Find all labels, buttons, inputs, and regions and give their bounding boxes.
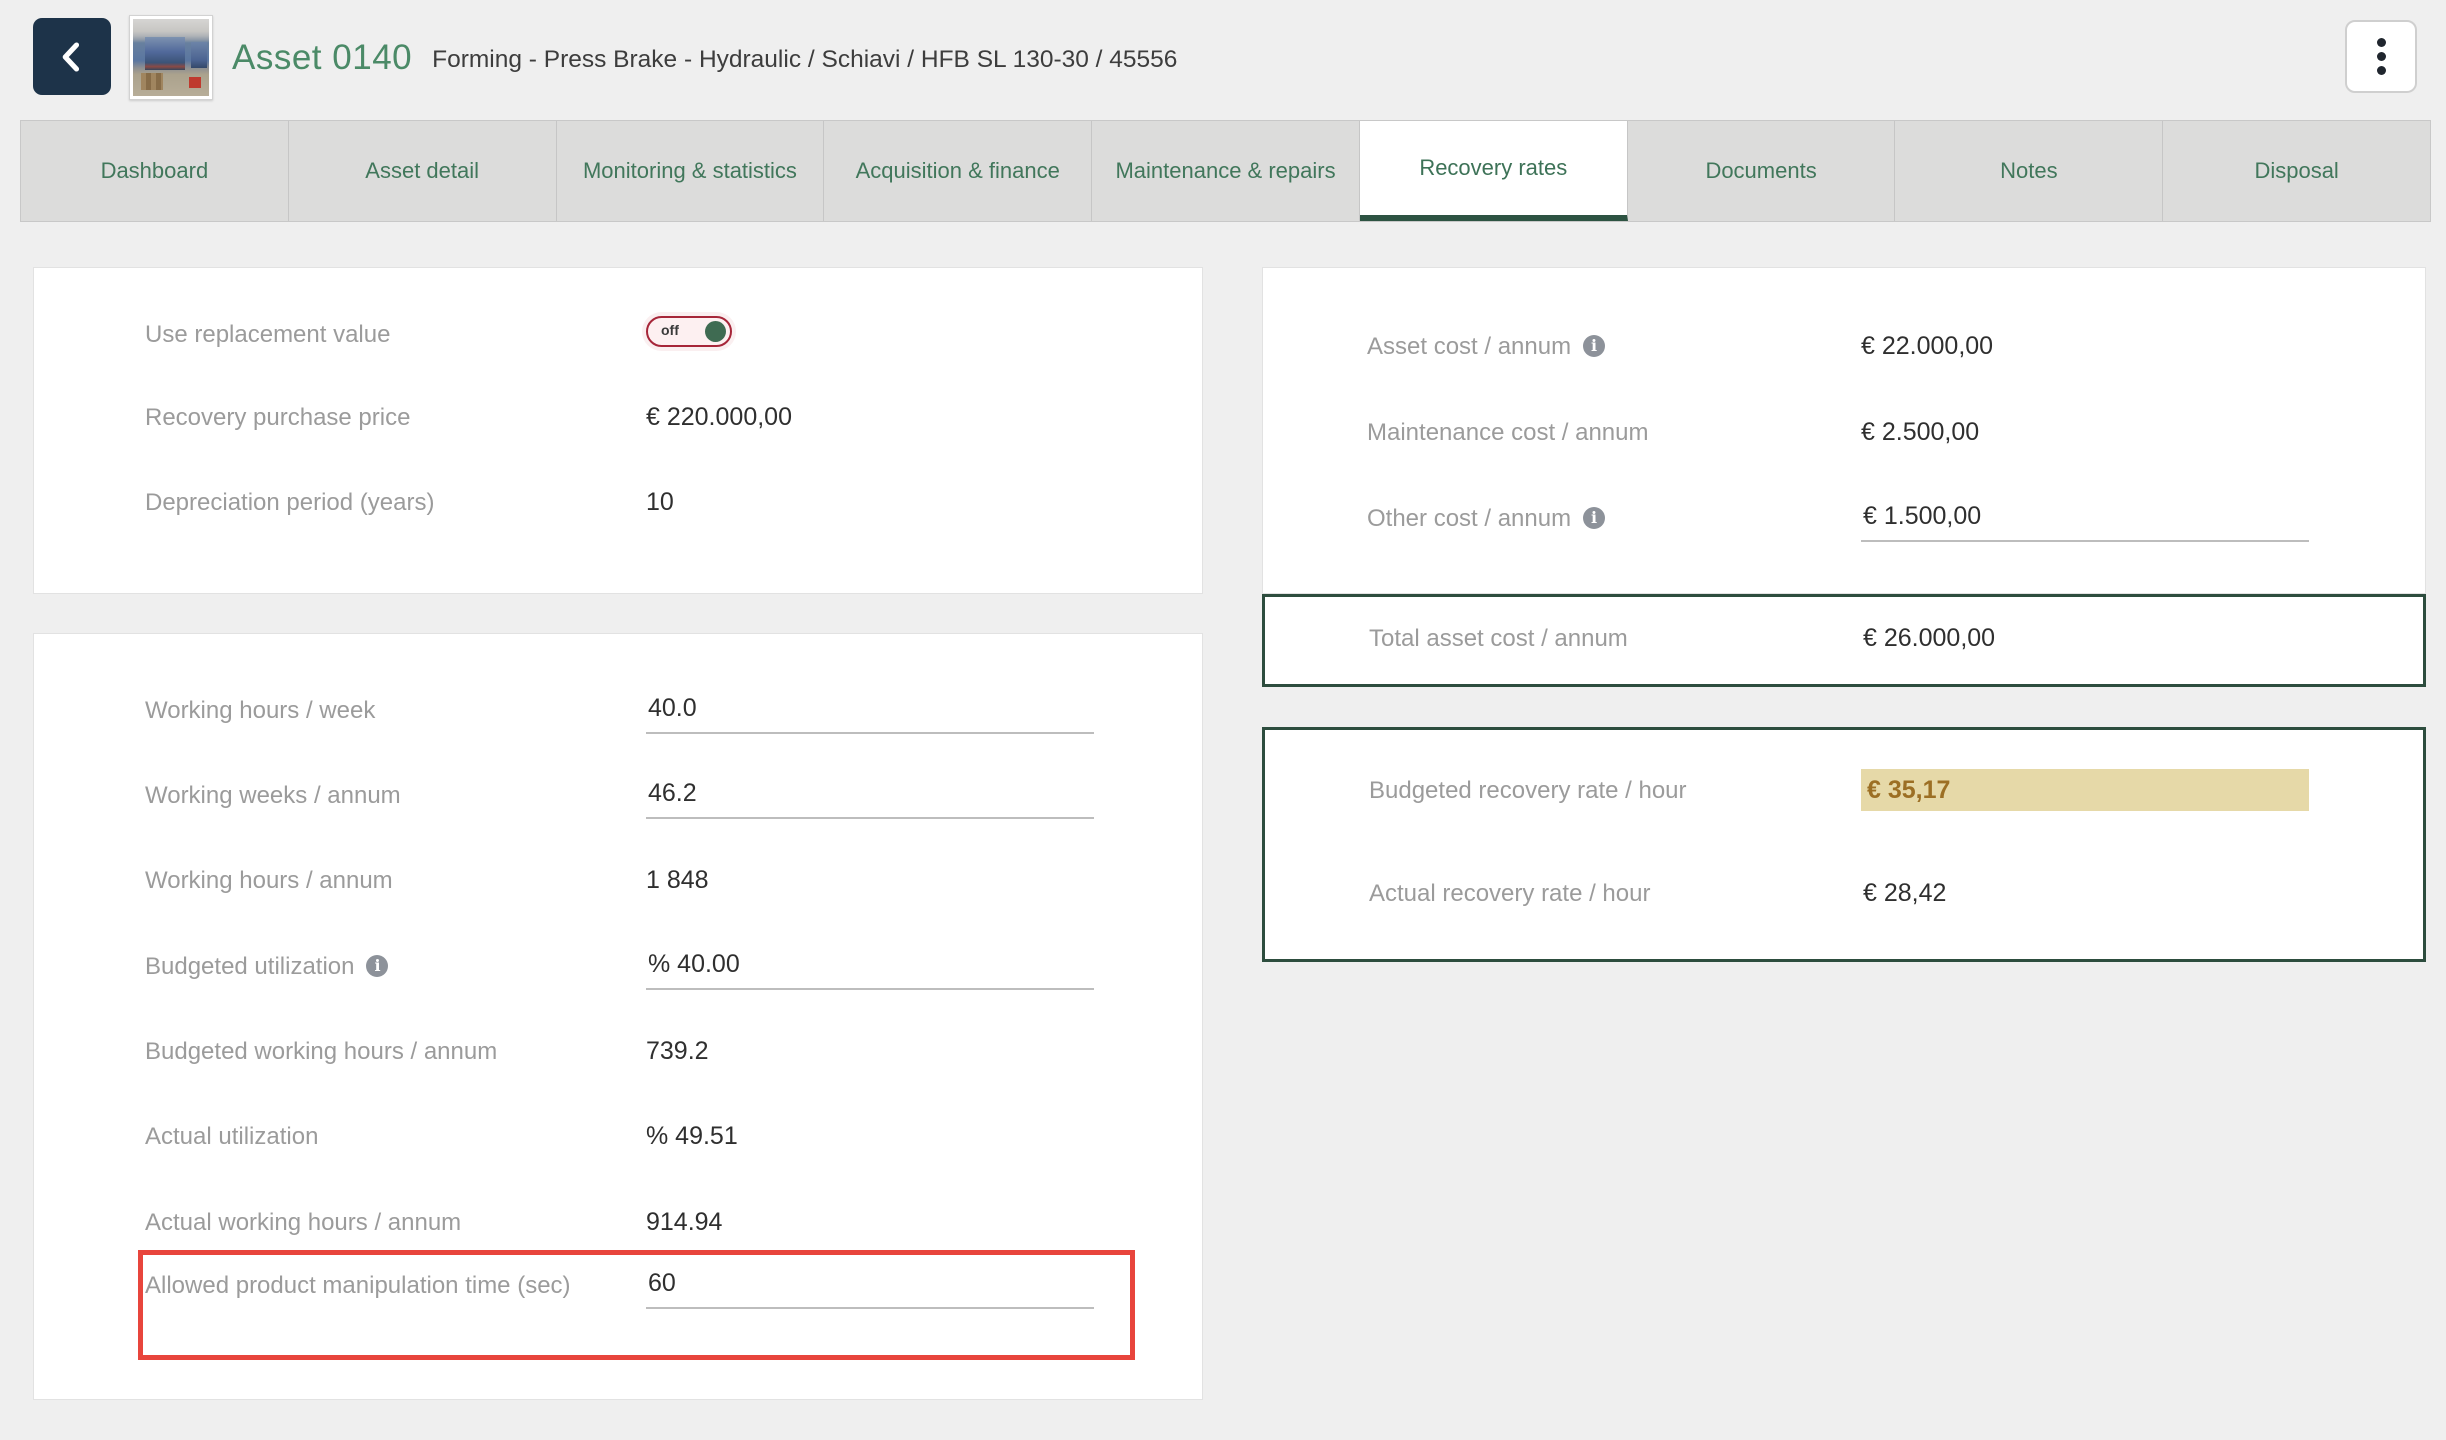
tab-monitoring-statistics[interactable]: Monitoring & statistics [557, 121, 825, 221]
kebab-menu-icon [2377, 38, 2386, 75]
tab-label: Documents [1705, 158, 1816, 184]
tab-label: Recovery rates [1419, 155, 1567, 181]
tab-label: Acquisition & finance [856, 158, 1060, 184]
photo-machine-shape [145, 37, 185, 69]
depreciation-period-value: 10 [646, 487, 674, 518]
header-title-block: Asset 0140 Forming - Press Brake - Hydra… [232, 0, 1177, 116]
working-hours-week-input[interactable] [646, 694, 1094, 734]
working-hours-week-label: Working hours / week [145, 692, 375, 729]
maintenance-cost-label: Maintenance cost / annum [1367, 414, 1649, 451]
budgeted-utilization-label: Budgeted utilization i [145, 948, 388, 985]
asset-cost-label-text: Asset cost / annum [1367, 333, 1571, 360]
budgeted-utilization-label-text: Budgeted utilization [145, 953, 354, 980]
page-title: Asset 0140 [232, 38, 412, 78]
actual-recovery-rate-value: € 28,42 [1863, 878, 1946, 909]
asset-cost-value: € 22.000,00 [1861, 331, 1993, 362]
total-asset-cost-value: € 26.000,00 [1863, 623, 1995, 654]
working-hours-annum-value: 1 848 [646, 865, 709, 896]
info-icon[interactable]: i [1583, 507, 1605, 529]
cost-panel: Asset cost / annum i € 22.000,00 Maintena… [1262, 267, 2426, 594]
tab-recovery-rates[interactable]: Recovery rates [1360, 121, 1628, 221]
asset-cost-label: Asset cost / annum i [1367, 328, 1605, 365]
budgeted-recovery-rate-label: Budgeted recovery rate / hour [1369, 772, 1687, 809]
replacement-value-panel: Use replacement value off Recovery purch… [33, 267, 1203, 594]
tab-acquisition-finance[interactable]: Acquisition & finance [824, 121, 1092, 221]
allowed-manipulation-time-label: Allowed product manipulation time (sec) [145, 1267, 571, 1304]
tab-dashboard[interactable]: Dashboard [21, 121, 289, 221]
recovery-rates-box: Budgeted recovery rate / hour € 35,17 Ac… [1262, 727, 2426, 962]
maintenance-cost-value: € 2.500,00 [1861, 417, 1979, 448]
toggle-state-label: off [661, 322, 679, 338]
actual-recovery-rate-label: Actual recovery rate / hour [1369, 875, 1650, 912]
info-icon[interactable]: i [366, 955, 388, 977]
budgeted-recovery-rate-value: € 35,17 [1861, 769, 2309, 811]
actual-utilization-label: Actual utilization [145, 1118, 318, 1155]
budgeted-working-hours-value: 739.2 [646, 1036, 709, 1067]
tab-disposal[interactable]: Disposal [2163, 121, 2430, 221]
tab-documents[interactable]: Documents [1628, 121, 1896, 221]
asset-recovery-rates-page: Asset 0140 Forming - Press Brake - Hydra… [0, 0, 2446, 1440]
tab-label: Maintenance & repairs [1115, 158, 1335, 184]
use-replacement-value-toggle[interactable]: off [646, 316, 732, 347]
page-subtitle: Forming - Press Brake - Hydraulic / Schi… [432, 42, 1177, 74]
back-button[interactable] [33, 18, 111, 95]
other-cost-label: Other cost / annum i [1367, 500, 1605, 537]
tab-bar: Dashboard Asset detail Monitoring & stat… [20, 120, 2431, 222]
asset-photo [133, 19, 209, 96]
photo-pallets-shape [141, 73, 164, 90]
asset-photo-thumbnail[interactable] [129, 15, 213, 100]
working-weeks-annum-input[interactable] [646, 779, 1094, 819]
actual-working-hours-label: Actual working hours / annum [145, 1204, 461, 1241]
actual-working-hours-value: 914.94 [646, 1207, 722, 1238]
toggle-knob [705, 321, 726, 342]
actual-utilization-value: % 49.51 [646, 1121, 738, 1152]
recovery-purchase-price-label: Recovery purchase price [145, 399, 410, 436]
depreciation-period-label: Depreciation period (years) [145, 484, 434, 521]
tab-label: Monitoring & statistics [583, 158, 797, 184]
budgeted-working-hours-label: Budgeted working hours / annum [145, 1033, 497, 1070]
tab-label: Asset detail [365, 158, 479, 184]
other-cost-label-text: Other cost / annum [1367, 505, 1571, 532]
photo-red-cart-shape [189, 77, 202, 89]
working-hours-annum-label: Working hours / annum [145, 862, 393, 899]
tab-maintenance-repairs[interactable]: Maintenance & repairs [1092, 121, 1360, 221]
tab-notes[interactable]: Notes [1895, 121, 2163, 221]
tab-label: Dashboard [101, 158, 209, 184]
tab-label: Notes [2000, 158, 2057, 184]
allowed-manipulation-time-input[interactable] [646, 1269, 1094, 1309]
total-asset-cost-label: Total asset cost / annum [1369, 620, 1628, 657]
tab-asset-detail[interactable]: Asset detail [289, 121, 557, 221]
tab-label: Disposal [2254, 158, 2338, 184]
photo-machine-shape-2 [191, 42, 208, 68]
other-cost-input[interactable] [1861, 502, 2309, 542]
working-weeks-annum-label: Working weeks / annum [145, 777, 401, 814]
use-replacement-value-label: Use replacement value [145, 316, 390, 353]
chevron-left-icon [54, 36, 90, 78]
info-icon[interactable]: i [1583, 335, 1605, 357]
total-asset-cost-box: Total asset cost / annum € 26.000,00 [1262, 594, 2426, 687]
budgeted-utilization-input[interactable] [646, 950, 1094, 990]
more-options-button[interactable] [2345, 20, 2417, 93]
working-hours-panel: Working hours / week Working weeks / ann… [33, 633, 1203, 1400]
recovery-purchase-price-value: € 220.000,00 [646, 402, 792, 433]
